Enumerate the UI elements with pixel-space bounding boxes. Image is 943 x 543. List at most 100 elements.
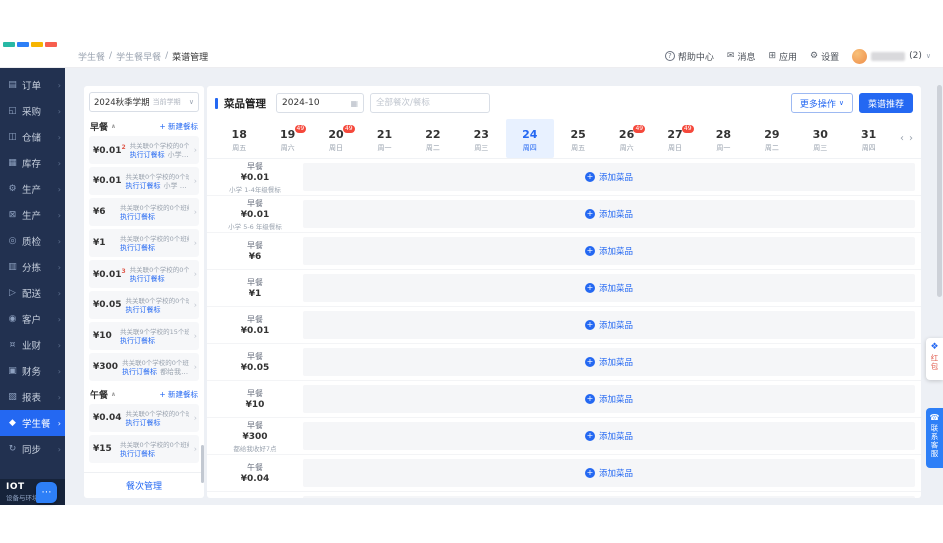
contact-support-floater[interactable]: ☎ 联系客服 — [926, 408, 943, 468]
help-center-button[interactable]: ? 帮助中心 — [664, 50, 714, 63]
chevron-down-icon: ∨ — [838, 99, 844, 107]
chat-bubble-button[interactable]: ⋯ — [36, 482, 57, 503]
settings-button[interactable]: ⚙ 设置 — [810, 50, 839, 63]
group-title[interactable]: 午餐 — [90, 388, 108, 401]
calendar-days: 18 周五 19 49 周六 20 49 周日 21 周一 22 周二 23 周… — [215, 119, 893, 158]
sidebar-item[interactable]: ▷ 配送 › — [0, 280, 65, 306]
group-title[interactable]: 早餐 — [90, 120, 108, 133]
sidebar-item[interactable]: ◎ 质检 › — [0, 228, 65, 254]
sidebar-item[interactable]: ▥ 分拣 › — [0, 254, 65, 280]
price-superscript: 3 — [121, 268, 126, 275]
calendar-date: 20 49 — [328, 125, 355, 141]
add-dish-button[interactable]: + 添加菜品 — [584, 245, 633, 257]
exec-order-standard-link[interactable]: 执行订餐标 — [122, 367, 157, 377]
exec-order-standard-link[interactable]: 执行订餐标 — [125, 181, 160, 191]
exec-order-standard-link[interactable]: 执行订餐标 — [120, 243, 155, 253]
exec-order-standard-link[interactable]: 执行订餐标 — [125, 418, 160, 428]
add-dish-button[interactable]: + 添加菜品 — [584, 393, 633, 405]
add-dish-button[interactable]: + 添加菜品 — [584, 282, 633, 294]
left-panel-scrollbar[interactable] — [201, 445, 204, 483]
exec-order-standard-link[interactable]: 执行订餐标 — [125, 305, 160, 315]
breadcrumb-item[interactable]: 学生餐 — [78, 50, 105, 63]
apps-button[interactable]: ⊞ 应用 — [768, 50, 797, 63]
chevron-right-icon: › — [57, 444, 61, 454]
meal-standard-card[interactable]: ¥0.05 共关联0个学校的0个班级 执行订餐标 › — [89, 291, 199, 319]
calendar-icon: ▦ — [350, 98, 358, 108]
calendar-day[interactable]: 20 49 周日 — [312, 119, 360, 158]
add-dish-button[interactable]: + 添加菜品 — [584, 171, 633, 183]
sidebar-item[interactable]: ◆ 学生餐 › — [0, 410, 65, 436]
new-meal-standard-link[interactable]: + 新建餐标 — [159, 389, 198, 400]
exec-order-standard-link[interactable]: 执行订餐标 — [130, 274, 165, 284]
calendar-day[interactable]: 28 周一 — [699, 119, 747, 158]
sidebar-item[interactable]: ◱ 采购 › — [0, 98, 65, 124]
sidebar-item[interactable]: ◫ 仓储 › — [0, 124, 65, 150]
meal-standard-card[interactable]: ¥300 共关联0个学校的0个班级 执行订餐标 都给我收好7点 › — [89, 353, 199, 381]
add-dish-button[interactable]: + 添加菜品 — [584, 356, 633, 368]
scrollbar-thumb[interactable] — [937, 85, 942, 297]
calendar-day[interactable]: 24 周四 — [505, 119, 554, 158]
meal-standard-card[interactable]: ¥0.013 共关联0个学校的0个班级 执行订餐标 › — [89, 260, 199, 288]
sidebar-item[interactable]: ▦ 库存 › — [0, 150, 65, 176]
prev-week-button[interactable]: ‹ — [900, 133, 904, 144]
sidebar-item[interactable]: ⊠ 生产 › — [0, 202, 65, 228]
semester-select[interactable]: 2024秋季学期 当前学期 ∨ — [89, 92, 199, 112]
sidebar-item[interactable]: ▣ 财务 › — [0, 358, 65, 384]
red-packet-floater[interactable]: ❖ 红包 — [926, 338, 943, 380]
meal-standard-card[interactable]: ¥15 共关联0个学校的0个班级 执行订餐标 › — [89, 435, 199, 463]
sidebar-item[interactable]: ▤ 订单 › — [0, 72, 65, 98]
calendar-day[interactable]: 18 周五 — [215, 119, 263, 158]
sidebar-item[interactable]: ⚙ 生产 › — [0, 176, 65, 202]
user-menu[interactable]: (2) ∨ — [852, 48, 931, 64]
meal-price: ¥300 — [242, 431, 268, 442]
exec-order-standard-link[interactable]: 执行订餐标 — [120, 212, 155, 222]
new-meal-standard-link[interactable]: + 新建餐标 — [159, 121, 198, 132]
calendar-day[interactable]: 27 49 周日 — [651, 119, 699, 158]
calendar-day[interactable]: 25 周五 — [554, 119, 602, 158]
calendar-day[interactable]: 21 周一 — [360, 119, 408, 158]
calendar-day[interactable]: 31 周四 — [844, 119, 892, 158]
recommend-menu-button[interactable]: 菜谱推荐 — [858, 93, 913, 113]
content-area: 2024秋季学期 当前学期 ∨ 早餐 ∧ + 新建餐标 ¥0.012 共关联0个… — [65, 68, 943, 505]
meal-standard-card[interactable]: ¥6 共关联0个学校的0个班级 执行订餐标 › — [89, 198, 199, 226]
calendar-day[interactable]: 23 周三 — [457, 119, 505, 158]
filter-input[interactable] — [370, 93, 490, 113]
exec-order-standard-link[interactable]: 执行订餐标 — [130, 150, 165, 160]
meal-times-manage-link[interactable]: 餐次管理 — [126, 479, 162, 492]
meal-standard-card[interactable]: ¥1 共关联0个学校的0个班级 执行订餐标 › — [89, 229, 199, 257]
meal-standard-card[interactable]: ¥0.01 共关联0个学校的0个班级 执行订餐标 小学 5-6.. › — [89, 167, 199, 195]
sidebar-item[interactable]: ◉ 客户 › — [0, 306, 65, 332]
meal-standard-card[interactable]: ¥10 共关联9个学校的15个班级 执行订餐标 › — [89, 322, 199, 350]
more-actions-button[interactable]: 更多操作 ∨ — [790, 93, 853, 113]
sidebar-item[interactable]: ¤ 业财 › — [0, 332, 65, 358]
month-picker[interactable]: 2024-10 ▦ — [276, 93, 364, 113]
meal-standard-card[interactable]: ¥0.04 共关联0个学校的0个班级 执行订餐标 › — [89, 404, 199, 432]
add-dish-button[interactable]: + 添加菜品 — [584, 319, 633, 331]
add-dish-label: 添加菜品 — [598, 210, 633, 220]
add-dish-button[interactable]: + 添加菜品 — [584, 467, 633, 479]
messages-button[interactable]: ✉ 消息 — [727, 50, 756, 63]
help-icon: ? — [664, 51, 675, 61]
standard-price: ¥0.01 — [93, 176, 122, 186]
meal-standard-card[interactable]: ¥0.012 共关联0个学校的0个班级 执行订餐标 小学 1-4年.. › — [89, 136, 199, 164]
calendar-day[interactable]: 30 周三 — [796, 119, 844, 158]
add-dish-button[interactable]: + 添加菜品 — [584, 430, 633, 442]
calendar-day[interactable]: 29 周二 — [748, 119, 796, 158]
breadcrumb-item[interactable]: 学生餐早餐 — [116, 50, 161, 63]
meal-type: 早餐 — [247, 241, 263, 250]
add-dish-button[interactable]: + 添加菜品 — [584, 208, 633, 220]
calendar-day[interactable]: 19 49 周六 — [263, 119, 311, 158]
calendar-day[interactable]: 22 周二 — [409, 119, 457, 158]
calendar-date: 21 — [376, 128, 393, 141]
next-week-button[interactable]: › — [909, 133, 913, 144]
sidebar-item[interactable]: ↻ 同步 › — [0, 436, 65, 462]
chevron-up-icon[interactable]: ∧ — [111, 123, 116, 130]
chevron-up-icon[interactable]: ∧ — [111, 391, 116, 398]
sidebar-item-icon: ▣ — [8, 366, 17, 376]
topbar-actions: ? 帮助中心 ✉ 消息 ⊞ 应用 ⚙ 设置 (2) ∨ — [664, 48, 931, 64]
sidebar-item[interactable]: ▧ 报表 › — [0, 384, 65, 410]
semester-value: 2024秋季学期 — [94, 98, 150, 108]
exec-order-standard-link[interactable]: 执行订餐标 — [120, 336, 155, 346]
calendar-day[interactable]: 26 49 周六 — [602, 119, 650, 158]
exec-order-standard-link[interactable]: 执行订餐标 — [120, 449, 155, 459]
